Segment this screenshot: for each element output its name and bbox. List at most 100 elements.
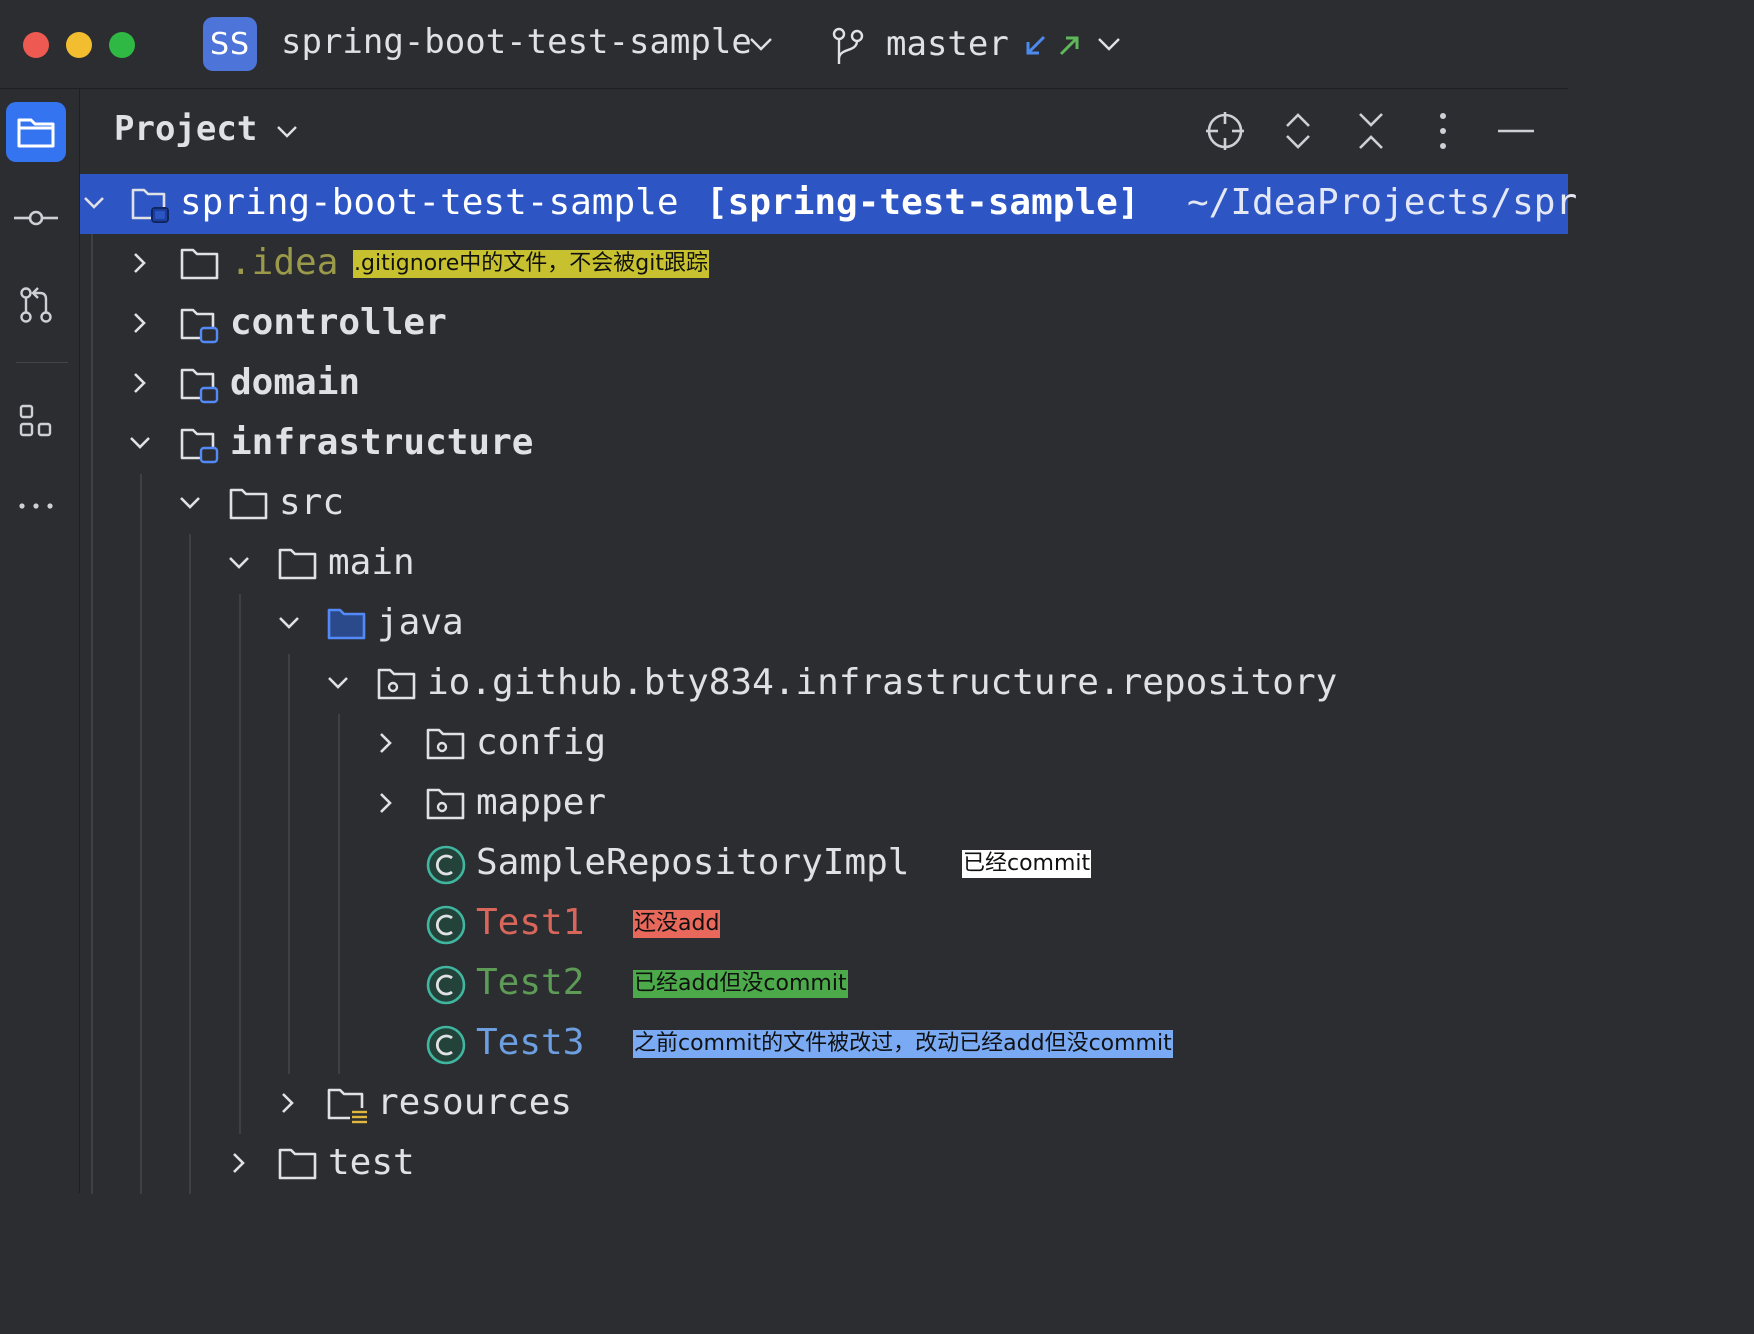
tree-row-package[interactable]: io.github.bty834.infrastructure.reposito… [80,654,1568,714]
structure-icon [19,404,52,437]
tree-row-test[interactable]: test [80,1134,1568,1194]
folder-icon [17,118,55,148]
branch-name[interactable]: master [886,24,1009,64]
tree-item-label: main [328,542,415,583]
module-folder-icon [180,428,219,464]
expand-all-button[interactable] [1274,107,1322,155]
tree-item-label: Test1 [476,902,585,943]
tree-row-config[interactable]: config [80,714,1568,774]
tree-item-label: test [328,1142,415,1183]
tree-row-resources[interactable]: resources [80,1074,1568,1134]
tree-row-main[interactable]: main [80,534,1568,594]
project-panel: Project spring-boot-test-sample [spring-… [80,89,1577,1194]
tree-root-label: spring-boot-test-sample [180,182,679,223]
annotation-note: 还没add [633,910,721,938]
chevron-down-icon[interactable] [326,671,350,695]
project-tool-button[interactable] [6,102,66,162]
chevron-down-icon[interactable] [227,551,251,575]
tree-row-infrastructure[interactable]: infrastructure [80,414,1568,474]
tree-item-label: java [377,602,464,643]
module-folder-icon [180,368,219,404]
class-icon [426,965,466,1005]
chevron-right-icon[interactable] [128,311,152,335]
commit-tool-button[interactable] [6,188,66,248]
chevron-down-icon[interactable] [82,191,106,215]
tree-item-label: io.github.bty834.infrastructure.reposito… [427,662,1338,703]
pull-request-icon [20,287,52,323]
incoming-arrow-icon [1026,35,1046,55]
tree-item-label: Test3 [476,1022,585,1063]
tool-strip-separator [16,362,68,363]
panel-title[interactable]: Project [114,109,257,149]
branch-icon [832,27,864,64]
zoom-window-button[interactable] [109,32,135,58]
chevron-right-icon[interactable] [128,371,152,395]
folder-icon [278,548,317,580]
annotation-note: 已经add但没commit [633,970,848,998]
tree-row-java[interactable]: java [80,594,1568,654]
chevron-right-icon[interactable] [374,791,398,815]
chevron-down-icon[interactable] [748,34,774,54]
more-vertical-icon [1440,113,1446,149]
locate-file-button[interactable] [1201,107,1249,155]
tree-row-domain[interactable]: domain [80,354,1568,414]
tree-row-mapper[interactable]: mapper [80,774,1568,834]
tree-item-label: SampleRepositoryImpl [476,842,910,883]
tree-item-label: src [279,482,345,523]
pull-requests-tool-button[interactable] [6,275,66,335]
commit-icon [14,210,58,226]
class-icon [426,1025,466,1065]
tree-row-root[interactable]: spring-boot-test-sample [spring-test-sam… [80,174,1577,234]
collapse-all-button[interactable] [1347,107,1395,155]
folder-icon [278,1148,317,1180]
package-icon [377,668,416,700]
source-folder-icon [327,608,366,640]
annotation-note: .gitignore中的文件，不会被git跟踪 [353,250,709,278]
tree-item-label: .idea [230,242,339,283]
chevron-right-icon[interactable] [227,1151,251,1175]
tree-row-test1[interactable]: Test1 还没add [80,894,1568,954]
package-icon [426,788,465,820]
annotation-note: 已经commit [962,850,1092,878]
branch-chevron-down-icon[interactable] [1096,34,1122,54]
folder-icon [229,488,268,520]
close-window-button[interactable] [23,32,49,58]
tree-item-label: config [476,722,607,763]
tree-item-label: Test2 [476,962,585,1003]
package-icon [426,728,465,760]
hide-panel-button[interactable] [1492,107,1540,155]
module-folder-icon [180,308,219,344]
more-tools-button[interactable] [6,476,66,536]
project-name[interactable]: spring-boot-test-sample [281,22,752,62]
minimize-window-button[interactable] [66,32,92,58]
tree-row-controller[interactable]: controller [80,294,1568,354]
panel-options-button[interactable] [1419,107,1467,155]
class-icon [426,845,466,885]
class-icon [426,905,466,945]
tree-row-test3[interactable]: Test3 之前commit的文件被改过，改动已经add但没commit [80,1014,1568,1074]
outgoing-arrow-icon [1059,36,1079,56]
project-badge[interactable]: SS [203,17,257,71]
tree-item-label: domain [230,362,361,403]
title-bar: SS spring-boot-test-sample master [0,0,1568,89]
module-folder-icon [131,188,169,223]
tree-row-sample-repository-impl[interactable]: SampleRepositoryImpl 已经commit [80,834,1568,894]
chevron-right-icon[interactable] [276,1091,300,1115]
chevron-down-icon[interactable] [178,491,202,515]
panel-title-chevron-down-icon[interactable] [275,123,299,141]
chevron-right-icon[interactable] [374,731,398,755]
tree-row-test2[interactable]: Test2 已经add但没commit [80,954,1568,1014]
chevron-right-icon[interactable] [128,251,152,275]
structure-tool-button[interactable] [6,391,66,451]
annotation-note: 之前commit的文件被改过，改动已经add但没commit [633,1030,1173,1058]
chevron-down-icon[interactable] [277,611,301,635]
tree-root-module: [spring-test-sample] [706,182,1140,223]
minimize-icon [1498,129,1534,133]
chevron-down-icon[interactable] [128,431,152,455]
resources-folder-icon [327,1088,368,1124]
tree-item-label: controller [230,302,447,343]
tree-root-path: ~/IdeaProjects/spr [1187,182,1578,223]
tree-row-src[interactable]: src [80,474,1568,534]
collapse-all-icon [1359,113,1383,149]
tree-row-idea[interactable]: .idea .gitignore中的文件，不会被git跟踪 [80,234,1568,294]
